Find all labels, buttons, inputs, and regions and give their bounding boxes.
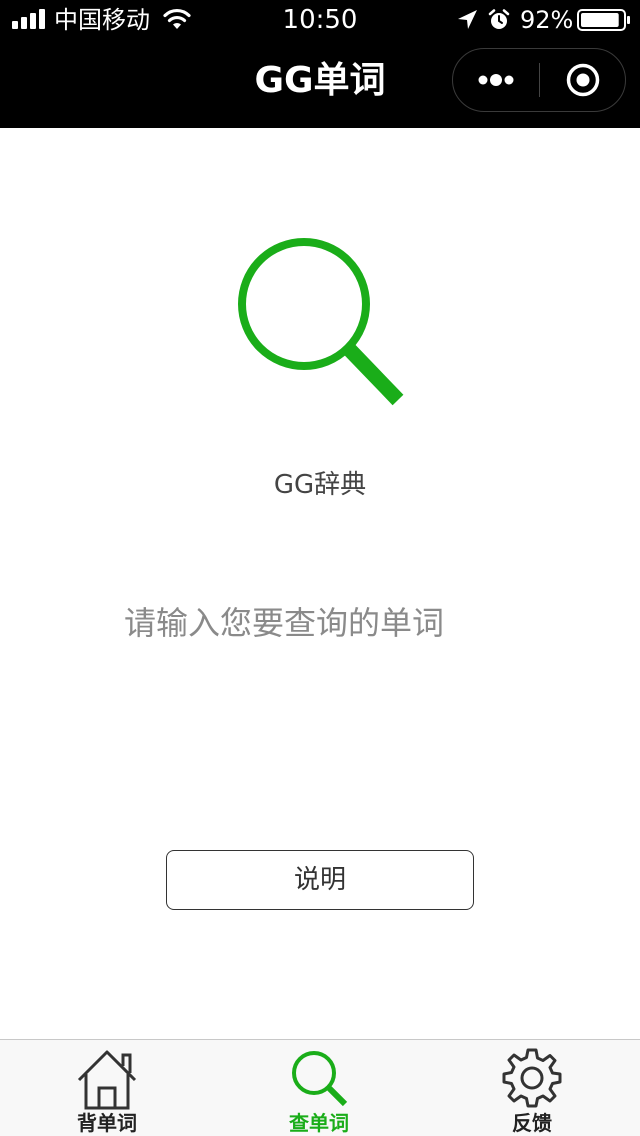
carrier-name: 中国移动 bbox=[54, 6, 150, 34]
target-circle-icon bbox=[566, 63, 600, 97]
tab-label: 反馈 bbox=[512, 1111, 552, 1135]
miniprogram-capsule bbox=[452, 48, 626, 112]
tab-feedback[interactable]: 反馈 bbox=[452, 1040, 612, 1136]
explain-button[interactable]: 说明 bbox=[166, 850, 474, 910]
battery-percent: 92% bbox=[520, 6, 574, 34]
tab-label: 查单词 bbox=[289, 1111, 349, 1135]
tab-lookup-words[interactable]: 查单词 bbox=[239, 1040, 399, 1136]
status-bar: 中国移动 10:50 92% bbox=[0, 0, 640, 40]
location-arrow-icon bbox=[458, 10, 477, 29]
tab-memorize-words[interactable]: 背单词 bbox=[27, 1040, 187, 1136]
wifi-icon bbox=[163, 8, 191, 29]
alarm-clock-icon bbox=[488, 9, 510, 29]
close-miniprogram-button[interactable] bbox=[540, 49, 626, 111]
dictionary-label: GG辞典 bbox=[273, 470, 367, 500]
more-dots-icon bbox=[478, 74, 514, 86]
magnifier-icon bbox=[238, 238, 404, 406]
battery-icon bbox=[577, 9, 630, 31]
tab-label: 背单词 bbox=[77, 1111, 137, 1135]
word-search-input[interactable] bbox=[124, 598, 524, 648]
more-button[interactable] bbox=[453, 49, 539, 111]
gear-icon bbox=[502, 1048, 562, 1108]
magnifier-icon bbox=[292, 1051, 348, 1107]
house-icon bbox=[77, 1050, 137, 1110]
signal-icon bbox=[12, 9, 45, 29]
tab-bar: 背单词 查单词 反馈 bbox=[0, 1039, 640, 1136]
top-header: 中国移动 10:50 92% GG单词 bbox=[0, 0, 640, 128]
